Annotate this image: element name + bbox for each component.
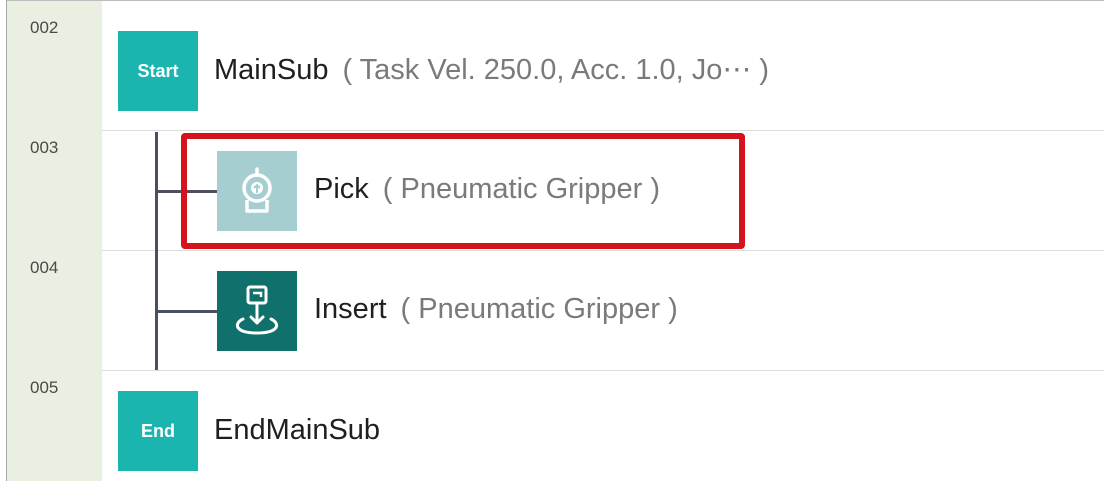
end-tile-label: End [141,420,175,441]
tree-connector-branch [155,190,217,193]
gripper-icon [242,167,272,213]
line-label[interactable]: Insert ( Pneumatic Gripper ) [314,293,678,326]
top-border [6,0,1104,1]
command-name: Pick [314,173,369,205]
program-line-002[interactable]: 002 Start MainSub ( Task Vel. 250.0, Acc.… [0,11,1104,131]
command-params: ( Pneumatic Gripper ) [382,173,660,205]
program-tree: 002 Start MainSub ( Task Vel. 250.0, Acc.… [0,0,1104,481]
line-label[interactable]: Pick ( Pneumatic Gripper ) [314,173,660,206]
tree-connector-vertical [155,132,158,370]
line-label[interactable]: EndMainSub [214,414,380,447]
line-number: 004 [30,258,59,277]
command-name: Insert [314,293,387,325]
insert-icon [235,285,279,335]
pick-tile[interactable] [217,151,297,231]
insert-tile[interactable] [217,271,297,351]
line-label[interactable]: MainSub ( Task Vel. 250.0, Acc. 1.0, Jo⋯ … [214,52,769,87]
command-name: MainSub [214,54,329,86]
line-number: 002 [30,18,59,37]
end-tile[interactable]: End [118,391,198,471]
program-line-005[interactable]: 005 End EndMainSub [0,371,1104,491]
command-params: ( Task Vel. 250.0, Acc. 1.0, Jo⋯ ) [342,54,770,86]
line-number: 003 [30,138,59,157]
start-tile-label: Start [137,60,179,81]
start-tile[interactable]: Start [118,31,198,111]
tree-connector-branch [155,310,217,313]
command-params: ( Pneumatic Gripper ) [400,293,678,325]
line-number: 005 [30,378,59,397]
command-name: EndMainSub [214,414,381,446]
